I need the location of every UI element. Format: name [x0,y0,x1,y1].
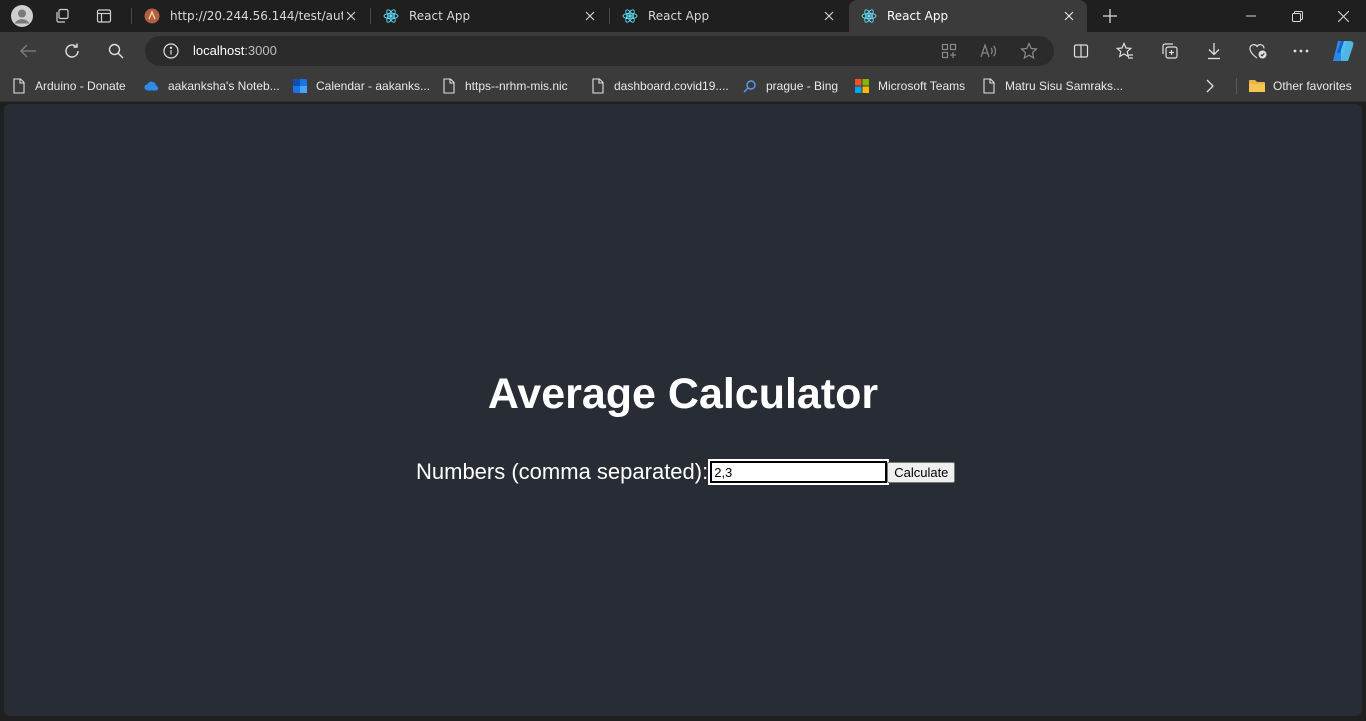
tab-auth[interactable]: http://20.244.56.144/test/auth - N [132,0,369,32]
favorite-calendar[interactable]: Calendar - aakanks... [292,77,430,95]
bing-search-icon [742,78,758,94]
favorite-label: aakanksha's Noteb... [168,79,280,93]
favorites-icon[interactable] [1110,37,1140,65]
favorite-label: prague - Bing [766,79,839,93]
tab-title: React App [648,9,710,23]
close-tab-icon[interactable] [821,8,837,24]
tab-strip: http://20.244.56.144/test/auth - N React… [0,0,1366,32]
app-available-icon[interactable] [938,41,960,61]
site-favicon-icon [144,8,160,24]
address-bar[interactable]: localhost:3000 [145,36,1054,66]
tab-react-app-1[interactable]: React App [371,0,608,32]
more-favorites-chevron-icon[interactable] [1205,77,1215,95]
favorite-bing[interactable]: prague - Bing [742,77,838,95]
favorites-bar: Arduino - Donate aakanksha's Noteb... Ca… [0,70,1366,102]
split-screen-icon[interactable] [1066,37,1096,65]
react-logo-icon [861,8,877,24]
favorite-nrhm[interactable]: https--nrhm-mis.nic [441,77,568,95]
minimize-icon[interactable] [1228,0,1274,32]
read-aloud-icon[interactable] [978,41,1000,61]
other-favorites[interactable]: Other favorites [1249,77,1352,95]
favorite-label: dashboard.covid19.... [614,79,729,93]
url-host: localhost [193,43,245,58]
more-options-icon[interactable] [1286,37,1316,65]
url-text[interactable]: localhost:3000 [193,43,277,58]
favorite-covid-dashboard[interactable]: dashboard.covid19.... [590,77,729,95]
numbers-label: Numbers (comma separated): [416,459,709,484]
tab-react-app-2[interactable]: React App [610,0,847,32]
tab-actions-icon[interactable] [90,3,118,29]
downloads-icon[interactable] [1199,37,1229,65]
workspaces-icon[interactable] [48,3,76,29]
profile-icon[interactable] [8,3,36,29]
tab-react-app-active[interactable]: React App [849,0,1087,32]
tab-title: React App [409,9,471,23]
close-tab-icon[interactable] [343,8,359,24]
back-icon[interactable] [13,37,43,65]
react-logo-icon [622,8,638,24]
favorite-label: Microsoft Teams [878,79,966,93]
collections-icon[interactable] [1155,37,1185,65]
page-title: Average Calculator [487,370,879,418]
numbers-input[interactable] [708,459,890,485]
calendar-icon [292,78,308,94]
close-tab-icon[interactable] [1061,8,1077,24]
average-form: Numbers (comma separated): Calculate [416,459,956,485]
tab-title: React App [887,9,949,23]
page-viewport: Average Calculator Numbers (comma separa… [4,104,1362,716]
close-tab-icon[interactable] [582,8,598,24]
favorite-label: Arduino - Donate [35,79,126,93]
search-icon[interactable] [101,37,131,65]
favorite-onenote[interactable]: aakanksha's Noteb... [144,77,280,95]
url-port: :3000 [244,43,277,58]
refresh-icon[interactable] [57,37,87,65]
other-favorites-label: Other favorites [1273,79,1352,93]
microsoft-logo-icon [854,78,870,94]
page-icon [590,78,606,94]
page-icon [981,78,997,94]
favorite-star-icon[interactable] [1018,41,1040,61]
react-logo-icon [383,8,399,24]
favorite-microsoft-teams[interactable]: Microsoft Teams [854,77,965,95]
calculate-button[interactable]: Calculate [887,461,956,483]
browser-essentials-icon[interactable] [1243,37,1273,65]
close-window-icon[interactable] [1320,0,1366,32]
copilot-icon[interactable] [1328,37,1358,65]
favorite-matru-sisu[interactable]: Matru Sisu Samraks... [981,77,1123,95]
favorite-label: Matru Sisu Samraks... [1005,79,1124,93]
page-icon [11,78,27,94]
favorite-label: https--nrhm-mis.nic [465,79,568,93]
browser-toolbar: localhost:3000 [0,32,1366,70]
folder-icon [1249,78,1265,94]
tab-title: http://20.244.56.144/test/auth - N [170,9,343,23]
favorite-label: Calendar - aakanks... [316,79,431,93]
restore-icon[interactable] [1274,0,1320,32]
new-tab-icon[interactable] [1096,3,1124,29]
info-icon[interactable] [160,41,182,61]
onedrive-icon [144,78,160,94]
favorite-arduino[interactable]: Arduino - Donate [11,77,126,95]
page-icon [441,78,457,94]
